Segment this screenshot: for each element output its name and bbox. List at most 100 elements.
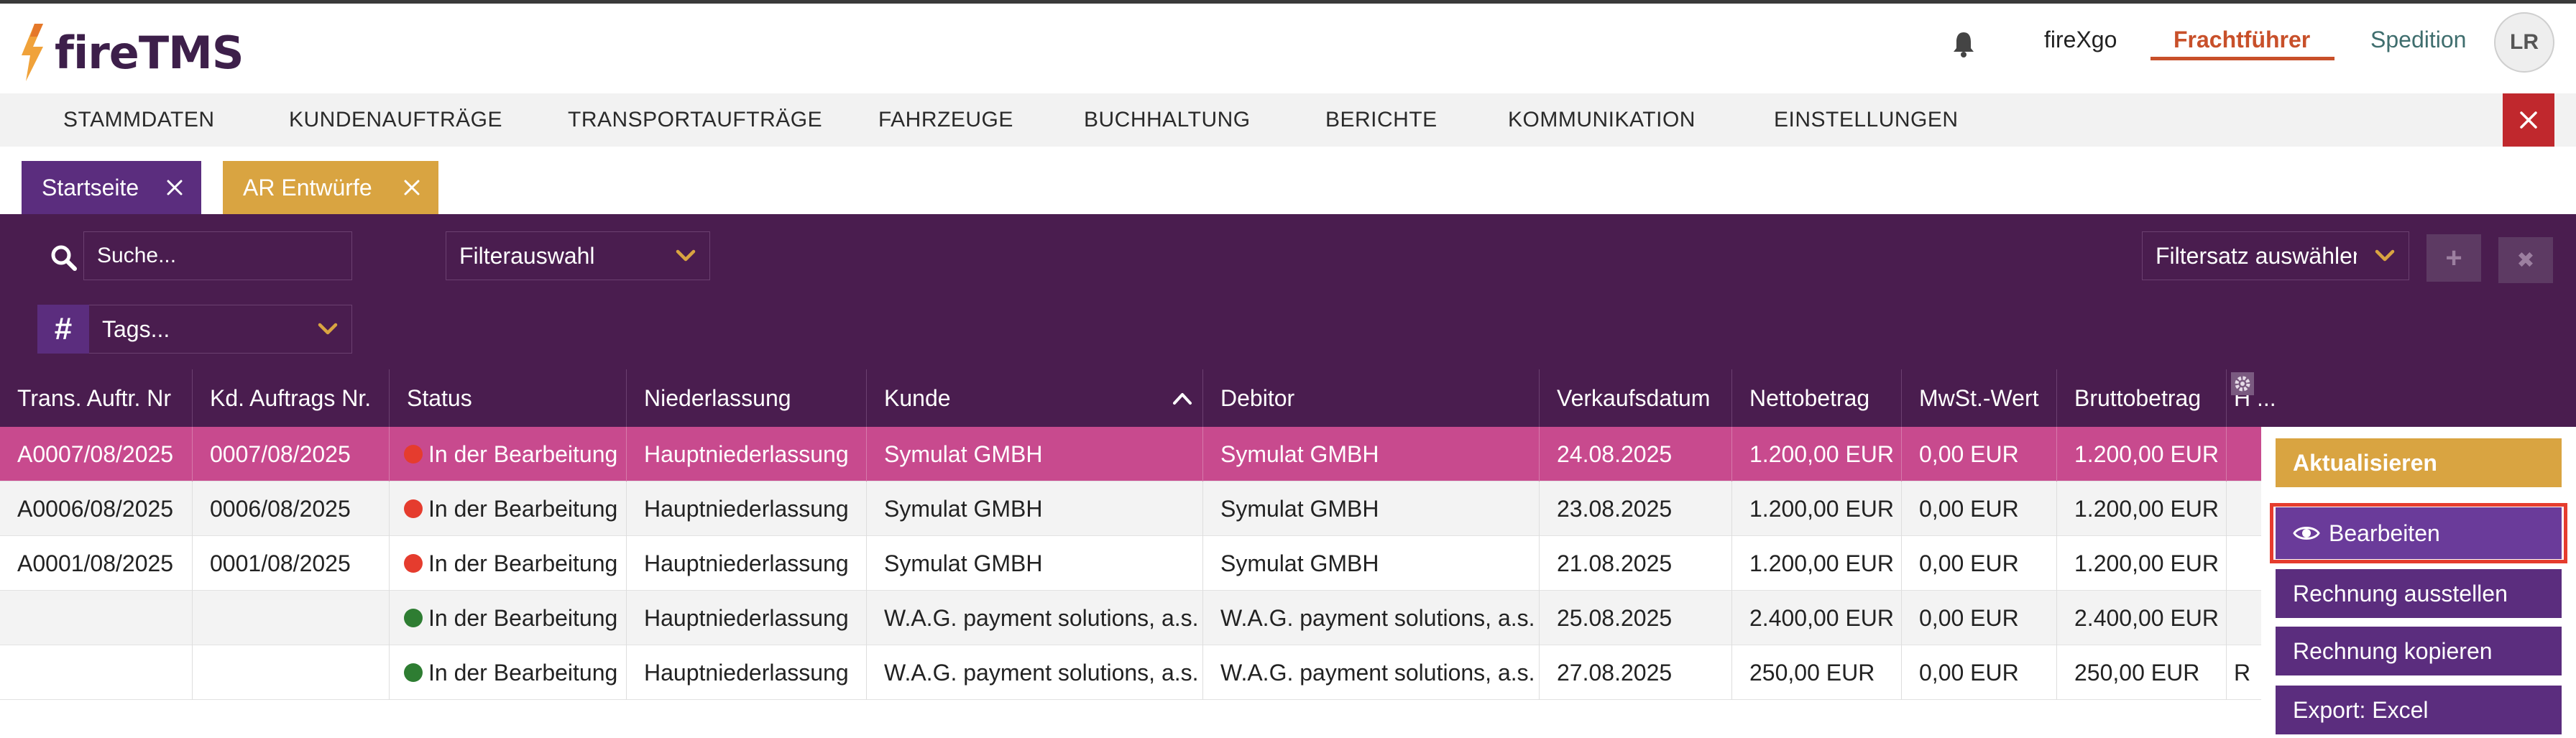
- column-header-kunde[interactable]: Kunde: [867, 369, 1203, 427]
- nav-item-stammdaten[interactable]: STAMMDATEN: [63, 108, 215, 132]
- cell-bruttobetrag: 1.200,00 EUR: [2057, 536, 2227, 591]
- clear-icon: ✖: [2516, 248, 2535, 272]
- cell-kunde: W.A.G. payment solutions, a.s.: [867, 591, 1203, 645]
- cell-kd-auftrags-nr: [193, 645, 390, 700]
- nav-item-kundenauftraege[interactable]: KUNDENAUFTRÄGE: [289, 108, 502, 132]
- column-header-bruttobetrag[interactable]: Bruttobetrag: [2057, 369, 2227, 427]
- column-header-h[interactable]: H ...: [2227, 369, 2576, 427]
- cell-trans-auftr-nr: [0, 591, 193, 645]
- brand-logo[interactable]: fireTMS: [19, 22, 244, 83]
- table-row[interactable]: A0001/08/2025 0001/08/2025 In der Bearbeit…: [0, 536, 2576, 591]
- cell-verkaufsdatum: 25.08.2025: [1540, 591, 1732, 645]
- column-header-trans-auftr-nr[interactable]: Trans. Auftr. Nr: [0, 369, 193, 427]
- tab-startseite[interactable]: Startseite: [22, 161, 201, 214]
- top-link-firexgo[interactable]: fireXgo: [2044, 27, 2117, 53]
- cell-trans-auftr-nr: A0006/08/2025: [0, 481, 193, 536]
- tags-select-value: Tags...: [102, 315, 170, 342]
- cell-bruttobetrag: 2.400,00 EUR: [2057, 591, 2227, 645]
- bell-icon[interactable]: [1951, 29, 1977, 58]
- nav-item-fahrzeuge[interactable]: FAHRZEUGE: [878, 108, 1013, 132]
- column-header-kd-auftrags-nr[interactable]: Kd. Auftrags Nr.: [193, 369, 390, 427]
- filter-select-value: Filterauswahl: [459, 242, 595, 269]
- plus-icon: +: [2445, 241, 2462, 274]
- refresh-button[interactable]: Aktualisieren: [2276, 438, 2562, 487]
- nav-item-transportauftraege[interactable]: TRANSPORTAUFTRÄGE: [568, 108, 822, 132]
- cell-status: In der Bearbeitung: [390, 427, 627, 481]
- status-dot-icon: [404, 554, 423, 573]
- tags-select[interactable]: Tags...: [89, 305, 352, 354]
- cell-kd-auftrags-nr: [193, 591, 390, 645]
- tab-label: AR Entwürfe: [243, 174, 372, 200]
- cell-bruttobetrag: 1.200,00 EUR: [2057, 427, 2227, 481]
- hashtag-icon: #: [37, 305, 89, 354]
- top-link-spedition[interactable]: Spedition: [2370, 27, 2466, 53]
- cell-niederlassung: Hauptniederlassung: [627, 427, 867, 481]
- column-header-status[interactable]: Status: [390, 369, 627, 427]
- cell-status: In der Bearbeitung: [390, 645, 627, 700]
- search-input[interactable]: [83, 231, 352, 280]
- cell-mwst-wert: 0,00 EUR: [1902, 536, 2057, 591]
- cell-mwst-wert: 0,00 EUR: [1902, 591, 2057, 645]
- cell-debitor: W.A.G. payment solutions, a.s.: [1203, 591, 1540, 645]
- cell-trans-auftr-nr: A0007/08/2025: [0, 427, 193, 481]
- main-navigation: STAMMDATEN KUNDENAUFTRÄGE TRANSPORTAUFTR…: [0, 93, 2576, 147]
- table-row[interactable]: In der Bearbeitung Hauptniederlassung W.A.…: [0, 645, 2576, 700]
- close-tab-icon[interactable]: [401, 177, 423, 198]
- top-link-frachtfuehrer[interactable]: Frachtführer: [2174, 27, 2310, 53]
- cell-niederlassung: Hauptniederlassung: [627, 645, 867, 700]
- close-tab-icon[interactable]: [164, 177, 185, 198]
- cell-bruttobetrag: 1.200,00 EUR: [2057, 481, 2227, 536]
- add-filterset-button[interactable]: +: [2426, 234, 2481, 282]
- status-dot-icon: [404, 609, 423, 627]
- status-label: In der Bearbeitung: [428, 659, 618, 686]
- cell-debitor: W.A.G. payment solutions, a.s.: [1203, 645, 1540, 700]
- clear-filterset-button[interactable]: ✖: [2498, 237, 2553, 283]
- cell-mwst-wert: 0,00 EUR: [1902, 427, 2057, 481]
- issue-invoice-button[interactable]: Rechnung ausstellen: [2276, 569, 2562, 618]
- close-icon: [2520, 111, 2537, 129]
- column-header-label: Kunde: [884, 384, 951, 411]
- app-header: fireTMS fireXgo Frachtführer Spedition L…: [0, 4, 2576, 93]
- filter-select[interactable]: Filterauswahl: [446, 231, 710, 280]
- active-tab-underline: [2150, 57, 2334, 60]
- chevron-down-icon: [2375, 249, 2395, 262]
- user-avatar[interactable]: LR: [2494, 12, 2554, 73]
- export-excel-button[interactable]: Export: Excel: [2276, 686, 2562, 734]
- status-label: In der Bearbeitung: [428, 604, 618, 631]
- close-all-tabs-button[interactable]: [2503, 93, 2554, 147]
- cell-status: In der Bearbeitung: [390, 591, 627, 645]
- column-header-verkaufsdatum[interactable]: Verkaufsdatum: [1540, 369, 1732, 427]
- nav-item-kommunikation[interactable]: KOMMUNIKATION: [1508, 108, 1696, 132]
- tab-ar-entwuerfe[interactable]: AR Entwürfe: [223, 161, 438, 214]
- cell-mwst-wert: 0,00 EUR: [1902, 645, 2057, 700]
- brand-name: fireTMS: [55, 26, 244, 79]
- status-dot-icon: [404, 499, 423, 518]
- column-header-niederlassung[interactable]: Niederlassung: [627, 369, 867, 427]
- cell-kunde: Symulat GMBH: [867, 427, 1203, 481]
- edit-button[interactable]: Bearbeiten: [2276, 507, 2562, 559]
- tab-label: Startseite: [42, 174, 139, 200]
- cell-trans-auftr-nr: A0001/08/2025: [0, 536, 193, 591]
- filterset-select-value: Filtersatz auswählen: [2156, 242, 2357, 269]
- filterset-select[interactable]: Filtersatz auswählen: [2142, 231, 2409, 280]
- column-header-nettobetrag[interactable]: Nettobetrag: [1732, 369, 1902, 427]
- column-header-mwst-wert[interactable]: MwSt.-Wert: [1902, 369, 2057, 427]
- cell-nettobetrag: 1.200,00 EUR: [1732, 427, 1902, 481]
- nav-item-einstellungen[interactable]: EINSTELLUNGEN: [1774, 108, 1959, 132]
- context-menu: Aktualisieren Bearbeiten Rechnung ausste…: [2261, 427, 2576, 738]
- cell-kd-auftrags-nr: 0007/08/2025: [193, 427, 390, 481]
- cell-kunde: Symulat GMBH: [867, 481, 1203, 536]
- copy-invoice-button[interactable]: Rechnung kopieren: [2276, 627, 2562, 675]
- status-label: In der Bearbeitung: [428, 441, 618, 467]
- cell-kunde: W.A.G. payment solutions, a.s.: [867, 645, 1203, 700]
- nav-item-buchhaltung[interactable]: BUCHHALTUNG: [1084, 108, 1251, 132]
- gear-icon[interactable]: [2231, 372, 2254, 395]
- cell-niederlassung: Hauptniederlassung: [627, 591, 867, 645]
- status-label: In der Bearbeitung: [428, 495, 618, 522]
- column-header-debitor[interactable]: Debitor: [1203, 369, 1540, 427]
- search-icon: [51, 245, 77, 271]
- table-row[interactable]: In der Bearbeitung Hauptniederlassung W.A.…: [0, 591, 2576, 645]
- table-row[interactable]: A0006/08/2025 0006/08/2025 In der Bearbeit…: [0, 481, 2576, 536]
- nav-item-berichte[interactable]: BERICHTE: [1325, 108, 1438, 132]
- table-row[interactable]: A0007/08/2025 0007/08/2025 In der Bearbeit…: [0, 427, 2576, 481]
